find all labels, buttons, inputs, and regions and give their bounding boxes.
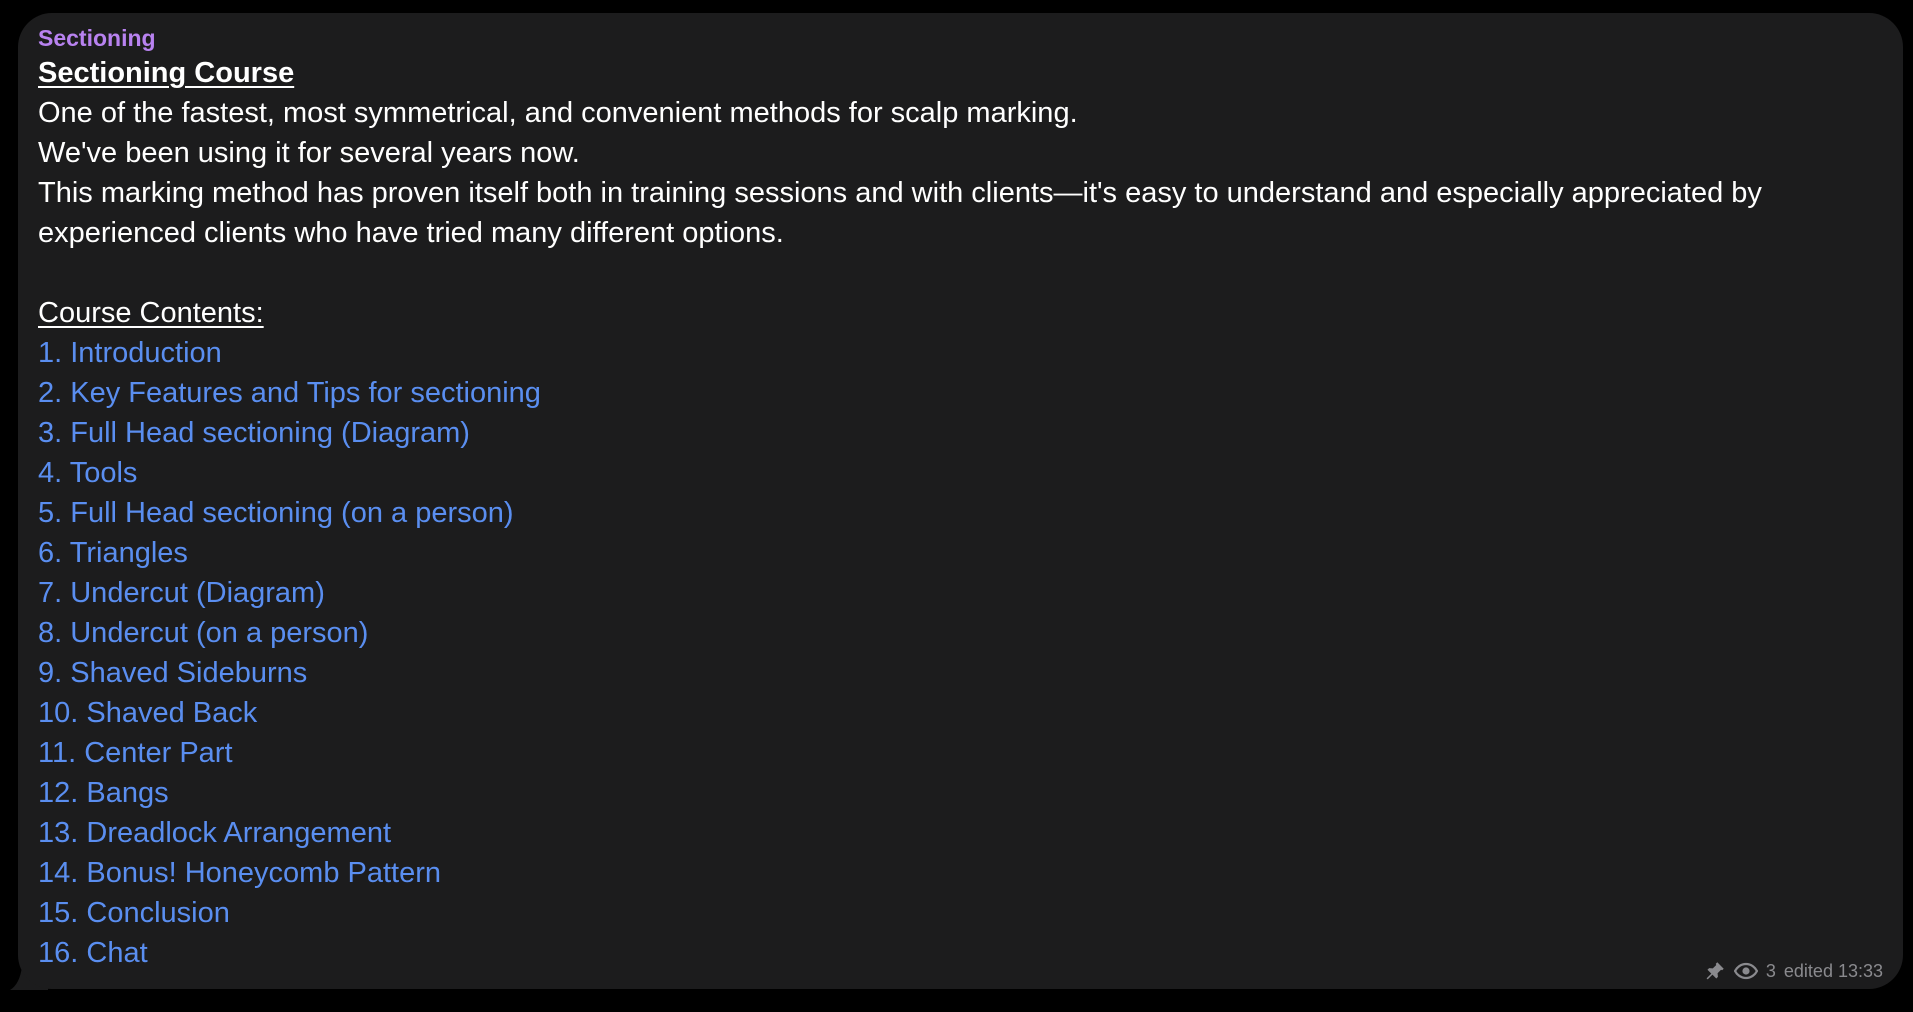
contents-link[interactable]: 15. Conclusion (38, 893, 1883, 933)
message-meta: 3 edited 13:33 (1704, 959, 1883, 983)
message-paragraph: One of the fastest, most symmetrical, an… (38, 97, 1078, 129)
message-title: Sectioning Course (38, 57, 295, 89)
pin-icon (1706, 962, 1724, 980)
message-paragraph: experienced clients who have tried many … (38, 217, 784, 249)
message-paragraph: We've been using it for several years no… (38, 137, 580, 169)
contents-link[interactable]: 4. Tools (38, 453, 1883, 493)
contents-link[interactable]: 1. Introduction (38, 333, 1883, 373)
contents-link[interactable]: 10. Shaved Back (38, 693, 1883, 733)
contents-link[interactable]: 11. Center Part (38, 733, 1883, 773)
contents-list: 1. Introduction 2. Key Features and Tips… (38, 333, 1883, 973)
sender-name[interactable]: Sectioning (38, 23, 1883, 53)
view-count: 3 (1765, 961, 1776, 981)
contents-link[interactable]: 3. Full Head sectioning (Diagram) (38, 413, 1883, 453)
contents-link[interactable]: 5. Full Head sectioning (on a person) (38, 493, 1883, 533)
contents-link[interactable]: 13. Dreadlock Arrangement (38, 813, 1883, 853)
message-bubble[interactable]: Sectioning Sectioning Course One of the … (18, 13, 1903, 989)
contents-link[interactable]: 12. Bangs (38, 773, 1883, 813)
contents-link[interactable]: 16. Chat (38, 933, 1883, 973)
contents-link[interactable]: 7. Undercut (Diagram) (38, 573, 1883, 613)
contents-link[interactable]: 14. Bonus! Honeycomb Pattern (38, 853, 1883, 893)
edited-time: edited 13:33 (1783, 961, 1883, 981)
contents-link[interactable]: 8. Undercut (on a person) (38, 613, 1883, 653)
contents-link[interactable]: 9. Shaved Sideburns (38, 653, 1883, 693)
contents-heading: Course Contents: (38, 297, 264, 329)
message-paragraph: This marking method has proven itself bo… (38, 177, 1762, 209)
contents-link[interactable]: 2. Key Features and Tips for sectioning (38, 373, 1883, 413)
contents-link[interactable]: 6. Triangles (38, 533, 1883, 573)
eye-icon (1733, 962, 1758, 980)
